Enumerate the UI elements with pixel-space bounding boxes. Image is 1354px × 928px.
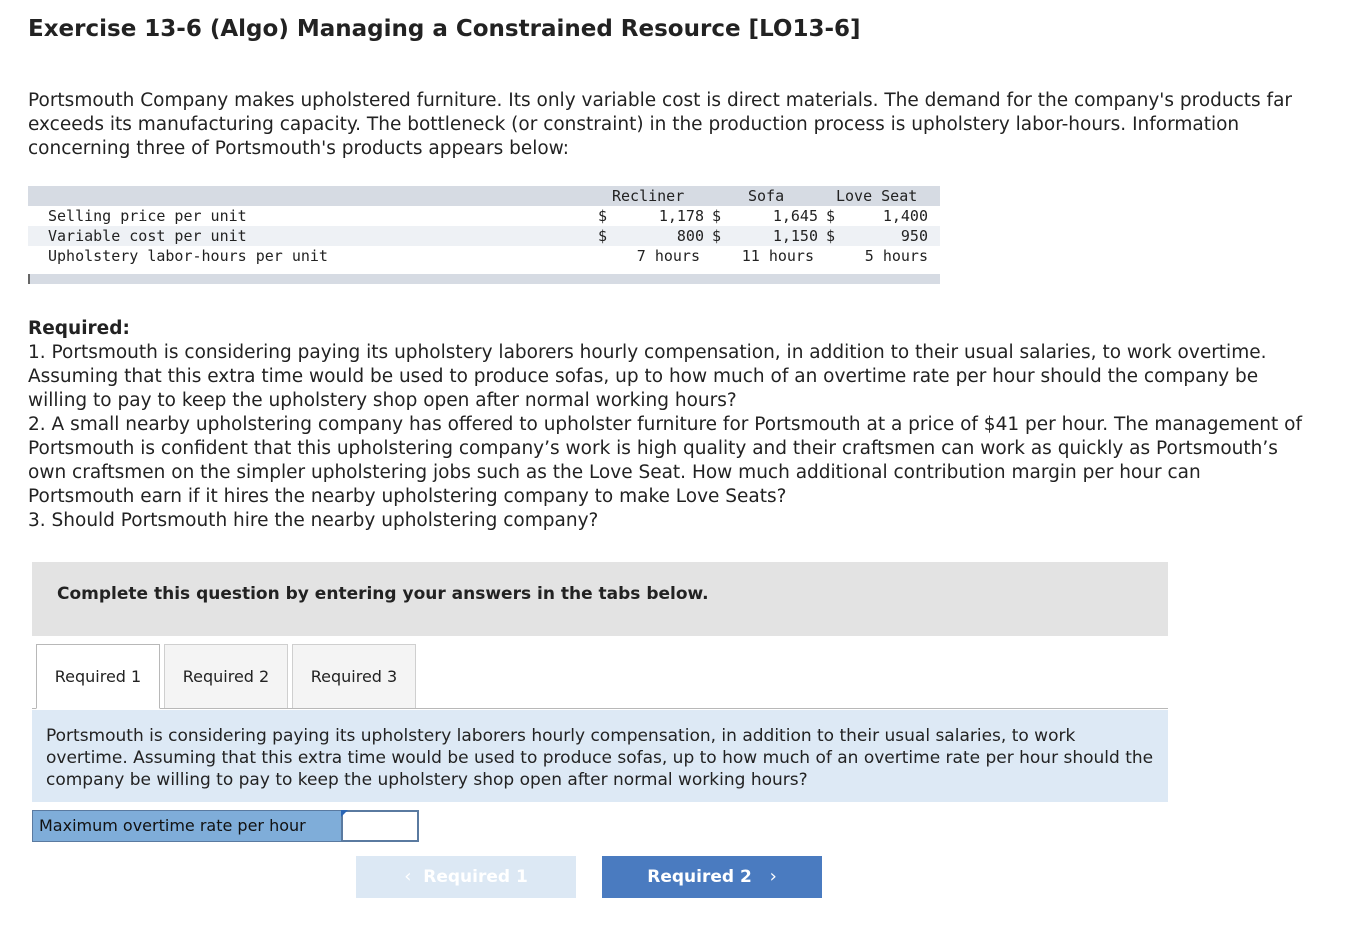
currency-symbol: $: [712, 227, 722, 245]
sofa-selling-price: 1,645: [772, 207, 818, 225]
answer-label: Maximum overtime rate per hour: [32, 810, 346, 842]
sofa-variable-cost: 1,150: [772, 227, 818, 245]
row-label-selling-price: Selling price per unit: [48, 207, 247, 225]
sofa-labor-hours: 11 hours: [741, 247, 814, 265]
currency-symbol: $: [598, 207, 608, 225]
column-header-sofa: Sofa: [748, 187, 785, 205]
table-header-band: [28, 186, 940, 206]
required-heading: Required:: [28, 318, 130, 339]
chevron-left-icon: ‹: [404, 866, 412, 887]
intro-text: Portsmouth Company makes upholstered fur…: [28, 89, 1298, 161]
instructions-panel: Complete this question by entering your …: [32, 562, 1168, 636]
chevron-right-icon: ›: [769, 866, 777, 887]
instructions-text: Complete this question by entering your …: [57, 584, 709, 604]
prev-button-label: Required 1: [423, 867, 528, 887]
currency-symbol: $: [826, 207, 836, 225]
required-item-2: 2. A small nearby upholstering company h…: [28, 414, 1302, 507]
love-seat-variable-cost: 950: [900, 227, 928, 245]
overtime-rate-input[interactable]: [341, 810, 419, 842]
question-box: Portsmouth is considering paying its uph…: [32, 710, 1168, 802]
page-title: Exercise 13-6 (Algo) Managing a Constrai…: [28, 16, 861, 42]
product-data-table: Recliner Sofa Love Seat Selling price pe…: [28, 186, 940, 286]
column-header-love-seat: Love Seat: [836, 187, 918, 205]
recliner-variable-cost: 800: [676, 227, 704, 245]
required-item-3: 3. Should Portsmouth hire the nearby uph…: [28, 510, 599, 531]
tab-divider: [32, 708, 1168, 709]
table-footer-marker: [28, 274, 30, 284]
input-corner-marker: [341, 810, 348, 817]
intro-paragraph: Portsmouth Company makes upholstered fur…: [28, 90, 1293, 159]
recliner-selling-price: 1,178: [658, 207, 704, 225]
row-label-labor-hours: Upholstery labor-hours per unit: [48, 247, 328, 265]
prev-button[interactable]: ‹ Required 1: [356, 856, 576, 898]
tab-required-3[interactable]: Required 3: [292, 644, 416, 708]
table-footer-band: [28, 274, 940, 284]
currency-symbol: $: [598, 227, 608, 245]
love-seat-selling-price: 1,400: [882, 207, 928, 225]
next-button[interactable]: Required 2 ›: [602, 856, 822, 898]
required-item-1: 1. Portsmouth is considering paying its …: [28, 342, 1267, 411]
row-label-variable-cost: Variable cost per unit: [48, 227, 247, 245]
tab-required-1[interactable]: Required 1: [36, 644, 160, 709]
next-button-label: Required 2: [647, 867, 752, 887]
currency-symbol: $: [712, 207, 722, 225]
tab-required-2[interactable]: Required 2: [164, 644, 288, 708]
love-seat-labor-hours: 5 hours: [864, 247, 928, 265]
required-section: Required: 1. Portsmouth is considering p…: [28, 317, 1308, 533]
currency-symbol: $: [826, 227, 836, 245]
recliner-labor-hours: 7 hours: [636, 247, 700, 265]
column-header-recliner: Recliner: [612, 187, 685, 205]
question-text: Portsmouth is considering paying its uph…: [46, 726, 1154, 790]
